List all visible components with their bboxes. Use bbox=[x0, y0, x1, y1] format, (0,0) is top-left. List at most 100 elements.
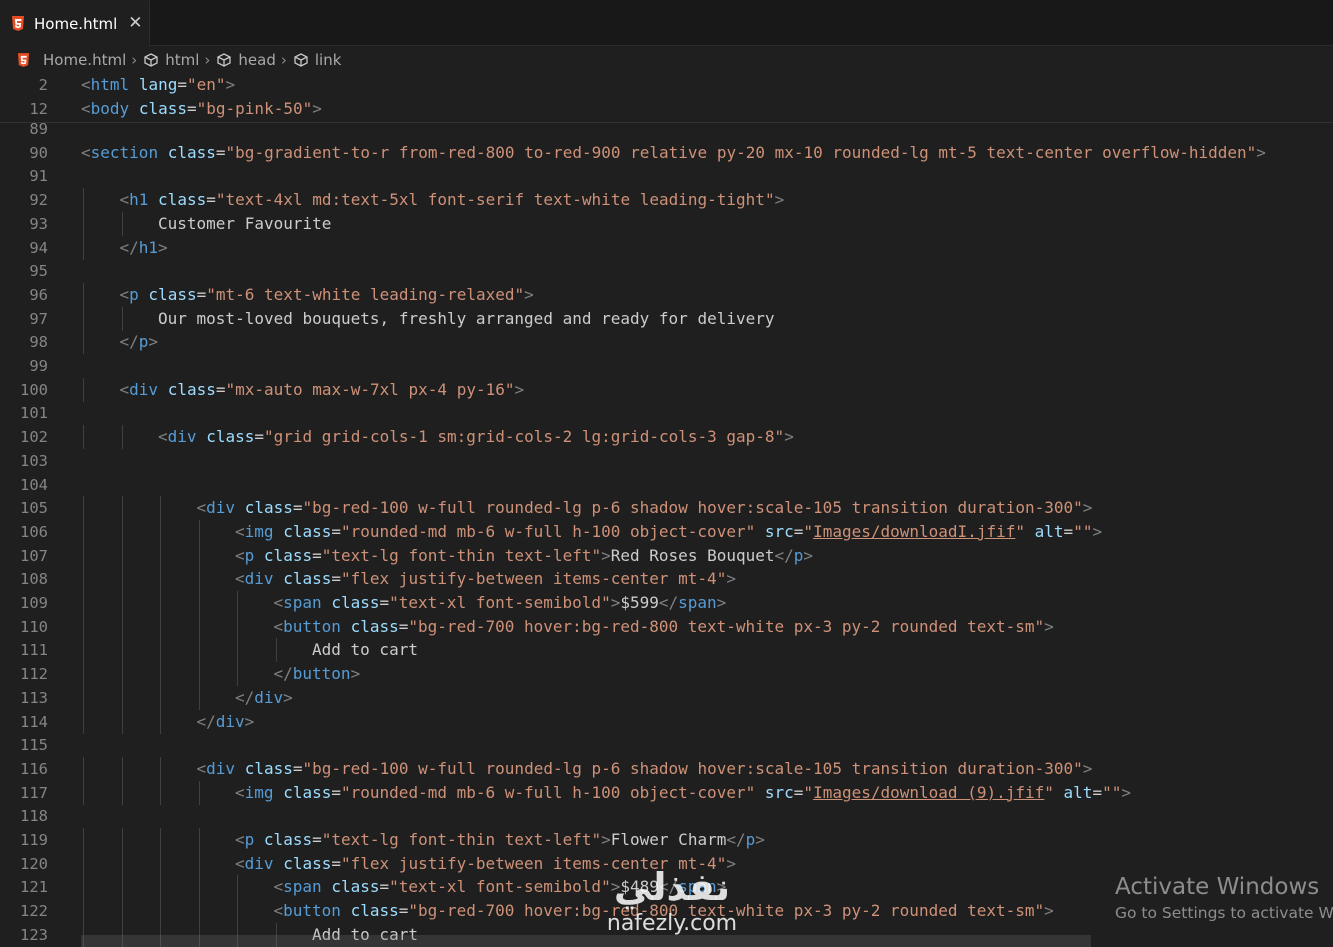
equals-sign: = bbox=[215, 142, 226, 162]
code-line[interactable]: 91 bbox=[0, 164, 1333, 188]
indent-guide bbox=[160, 496, 161, 521]
tag-bracket: > bbox=[1044, 616, 1054, 636]
code-line[interactable]: 106 <img class="rounded-md mb-6 w-full h-… bbox=[0, 520, 1333, 544]
attribute-name: class bbox=[263, 545, 313, 565]
indent-guide bbox=[160, 709, 161, 734]
indent-guide bbox=[160, 662, 161, 687]
tag-bracket: > bbox=[610, 593, 621, 612]
attribute-name: class bbox=[331, 877, 380, 897]
code-line[interactable]: 101 bbox=[0, 401, 1333, 425]
code-line[interactable]: 2 <html lang="en"> bbox=[0, 73, 1333, 97]
code-content: <div class="flex justify-between items-c… bbox=[235, 567, 736, 591]
code-line[interactable]: 117 <img class="rounded-md mb-6 w-full h-… bbox=[0, 781, 1333, 805]
code-line[interactable]: 92 <h1 class="text-4xl md:text-5xl font-s… bbox=[0, 188, 1333, 212]
attribute-name: src bbox=[764, 521, 794, 541]
code-line[interactable]: 100 <div class="mx-auto max-w-7xl px-4 py… bbox=[0, 378, 1333, 402]
code-content: <div class="bg-red-100 w-full rounded-lg… bbox=[197, 496, 1093, 520]
indent-guide bbox=[121, 496, 123, 521]
code-line[interactable]: 114 </div> bbox=[0, 710, 1333, 734]
code-line[interactable]: 98 </p> bbox=[0, 330, 1333, 354]
breadcrumb-item-head[interactable]: head bbox=[216, 51, 276, 69]
chevron-right-icon: › bbox=[131, 51, 138, 69]
code-line[interactable]: 97 Our most-loved bouquets, freshly arran… bbox=[0, 307, 1333, 331]
tag-bracket: > bbox=[716, 593, 727, 612]
code-line[interactable]: 99 bbox=[0, 354, 1333, 378]
equals-sign: = bbox=[331, 569, 341, 589]
code-line[interactable]: 90 <section class="bg-gradient-to-r from-… bbox=[0, 141, 1333, 165]
code-line[interactable]: 94 </h1> bbox=[0, 236, 1333, 260]
quote: " bbox=[341, 782, 351, 802]
tag-name: p bbox=[745, 830, 756, 849]
attribute-name: class bbox=[283, 521, 332, 541]
code-line[interactable]: 96 <p class="mt-6 text-white leading-rela… bbox=[0, 283, 1333, 307]
code-line[interactable]: 105 <div class="bg-red-100 w-full rounded… bbox=[0, 496, 1333, 520]
indent-guide bbox=[83, 496, 84, 521]
attribute-value: bg-red-100 w-full rounded-lg p-6 shadow … bbox=[312, 498, 1074, 518]
code-line[interactable]: 108 <div class="flex justify-between item… bbox=[0, 567, 1333, 591]
code-content: Add to cart bbox=[312, 638, 418, 662]
code-line[interactable]: 107 <p class="text-lg font-thin text-left… bbox=[0, 544, 1333, 568]
indent-guide bbox=[198, 899, 200, 924]
indent-guide bbox=[83, 188, 84, 213]
code-line[interactable]: 110 <button class="bg-red-700 hover:bg-re… bbox=[0, 615, 1333, 639]
indent-guide bbox=[121, 756, 123, 781]
breadcrumb-file[interactable]: Home.html bbox=[17, 51, 126, 69]
attribute-value: rounded-md mb-6 w-full h-100 object-cove… bbox=[350, 782, 746, 802]
code-line[interactable]: 104 bbox=[0, 473, 1333, 497]
tag-name: p bbox=[244, 830, 255, 849]
tag-name: p bbox=[129, 284, 139, 304]
code-line[interactable]: 118 bbox=[0, 804, 1333, 828]
code-line[interactable]: 115 bbox=[0, 733, 1333, 757]
code-editor[interactable]: 2 <html lang="en"> 12 <body class="bg-pink-… bbox=[0, 73, 1333, 947]
attribute-value: text-xl font-semibold bbox=[398, 877, 602, 897]
code-line[interactable]: 113 </div> bbox=[0, 686, 1333, 710]
chevron-right-icon: › bbox=[280, 51, 287, 69]
quote: " bbox=[745, 521, 756, 541]
attribute-name: class bbox=[263, 830, 313, 849]
code-line[interactable]: 109 <span class="text-xl font-semibold">$… bbox=[0, 591, 1333, 615]
tab-home-html[interactable]: Home.html ✕ bbox=[0, 0, 150, 46]
code-content: <h1 class="text-4xl md:text-5xl font-ser… bbox=[120, 188, 785, 212]
indent-guide bbox=[121, 591, 123, 615]
line-number: 96 bbox=[29, 285, 48, 304]
quote: " bbox=[302, 498, 313, 518]
code-line[interactable]: 102 <div class="grid grid-cols-1 sm:grid-… bbox=[0, 425, 1333, 449]
code-line[interactable]: 103 bbox=[0, 449, 1333, 473]
breadcrumb-item-link[interactable]: link bbox=[293, 51, 341, 69]
breadcrumb-item-html[interactable]: html bbox=[143, 51, 199, 69]
line-number: 115 bbox=[20, 736, 48, 755]
code-line[interactable]: 111 Add to cart bbox=[0, 638, 1333, 662]
code-content: <p class="text-lg font-thin text-left">F… bbox=[235, 828, 765, 852]
tag-bracket: </ bbox=[196, 711, 216, 731]
attribute-value: text-lg font-thin text-left bbox=[331, 545, 592, 565]
indent-guide bbox=[160, 591, 161, 615]
equals-sign: = bbox=[312, 545, 322, 565]
indent-guide bbox=[83, 662, 84, 687]
tag-bracket: </ bbox=[235, 687, 255, 707]
horizontal-scrollbar[interactable] bbox=[81, 935, 1091, 947]
code-line[interactable]: 116 <div class="bg-red-100 w-full rounded… bbox=[0, 757, 1333, 781]
quote: " bbox=[1073, 498, 1083, 518]
tag-name: div bbox=[129, 379, 159, 399]
close-icon[interactable]: ✕ bbox=[128, 15, 142, 32]
tag-bracket: </ bbox=[726, 830, 746, 849]
code-line[interactable]: 112 </button> bbox=[0, 662, 1333, 686]
equals-sign: = bbox=[292, 758, 303, 778]
code-line[interactable]: 93 Customer Favourite bbox=[0, 212, 1333, 236]
watermark-subtitle: Go to Settings to activate Windows. bbox=[1115, 904, 1333, 922]
code-line[interactable]: 89 bbox=[0, 117, 1333, 141]
code-line[interactable]: 119 <p class="text-lg font-thin text-left… bbox=[0, 828, 1333, 852]
cube-icon bbox=[144, 53, 158, 67]
tag-bracket: < bbox=[273, 616, 284, 636]
code-line[interactable]: 95 bbox=[0, 259, 1333, 283]
attribute-value: text-4xl md:text-5xl font-serif text-whi… bbox=[225, 190, 765, 210]
quote: " bbox=[591, 830, 602, 849]
quote: " bbox=[591, 545, 602, 565]
